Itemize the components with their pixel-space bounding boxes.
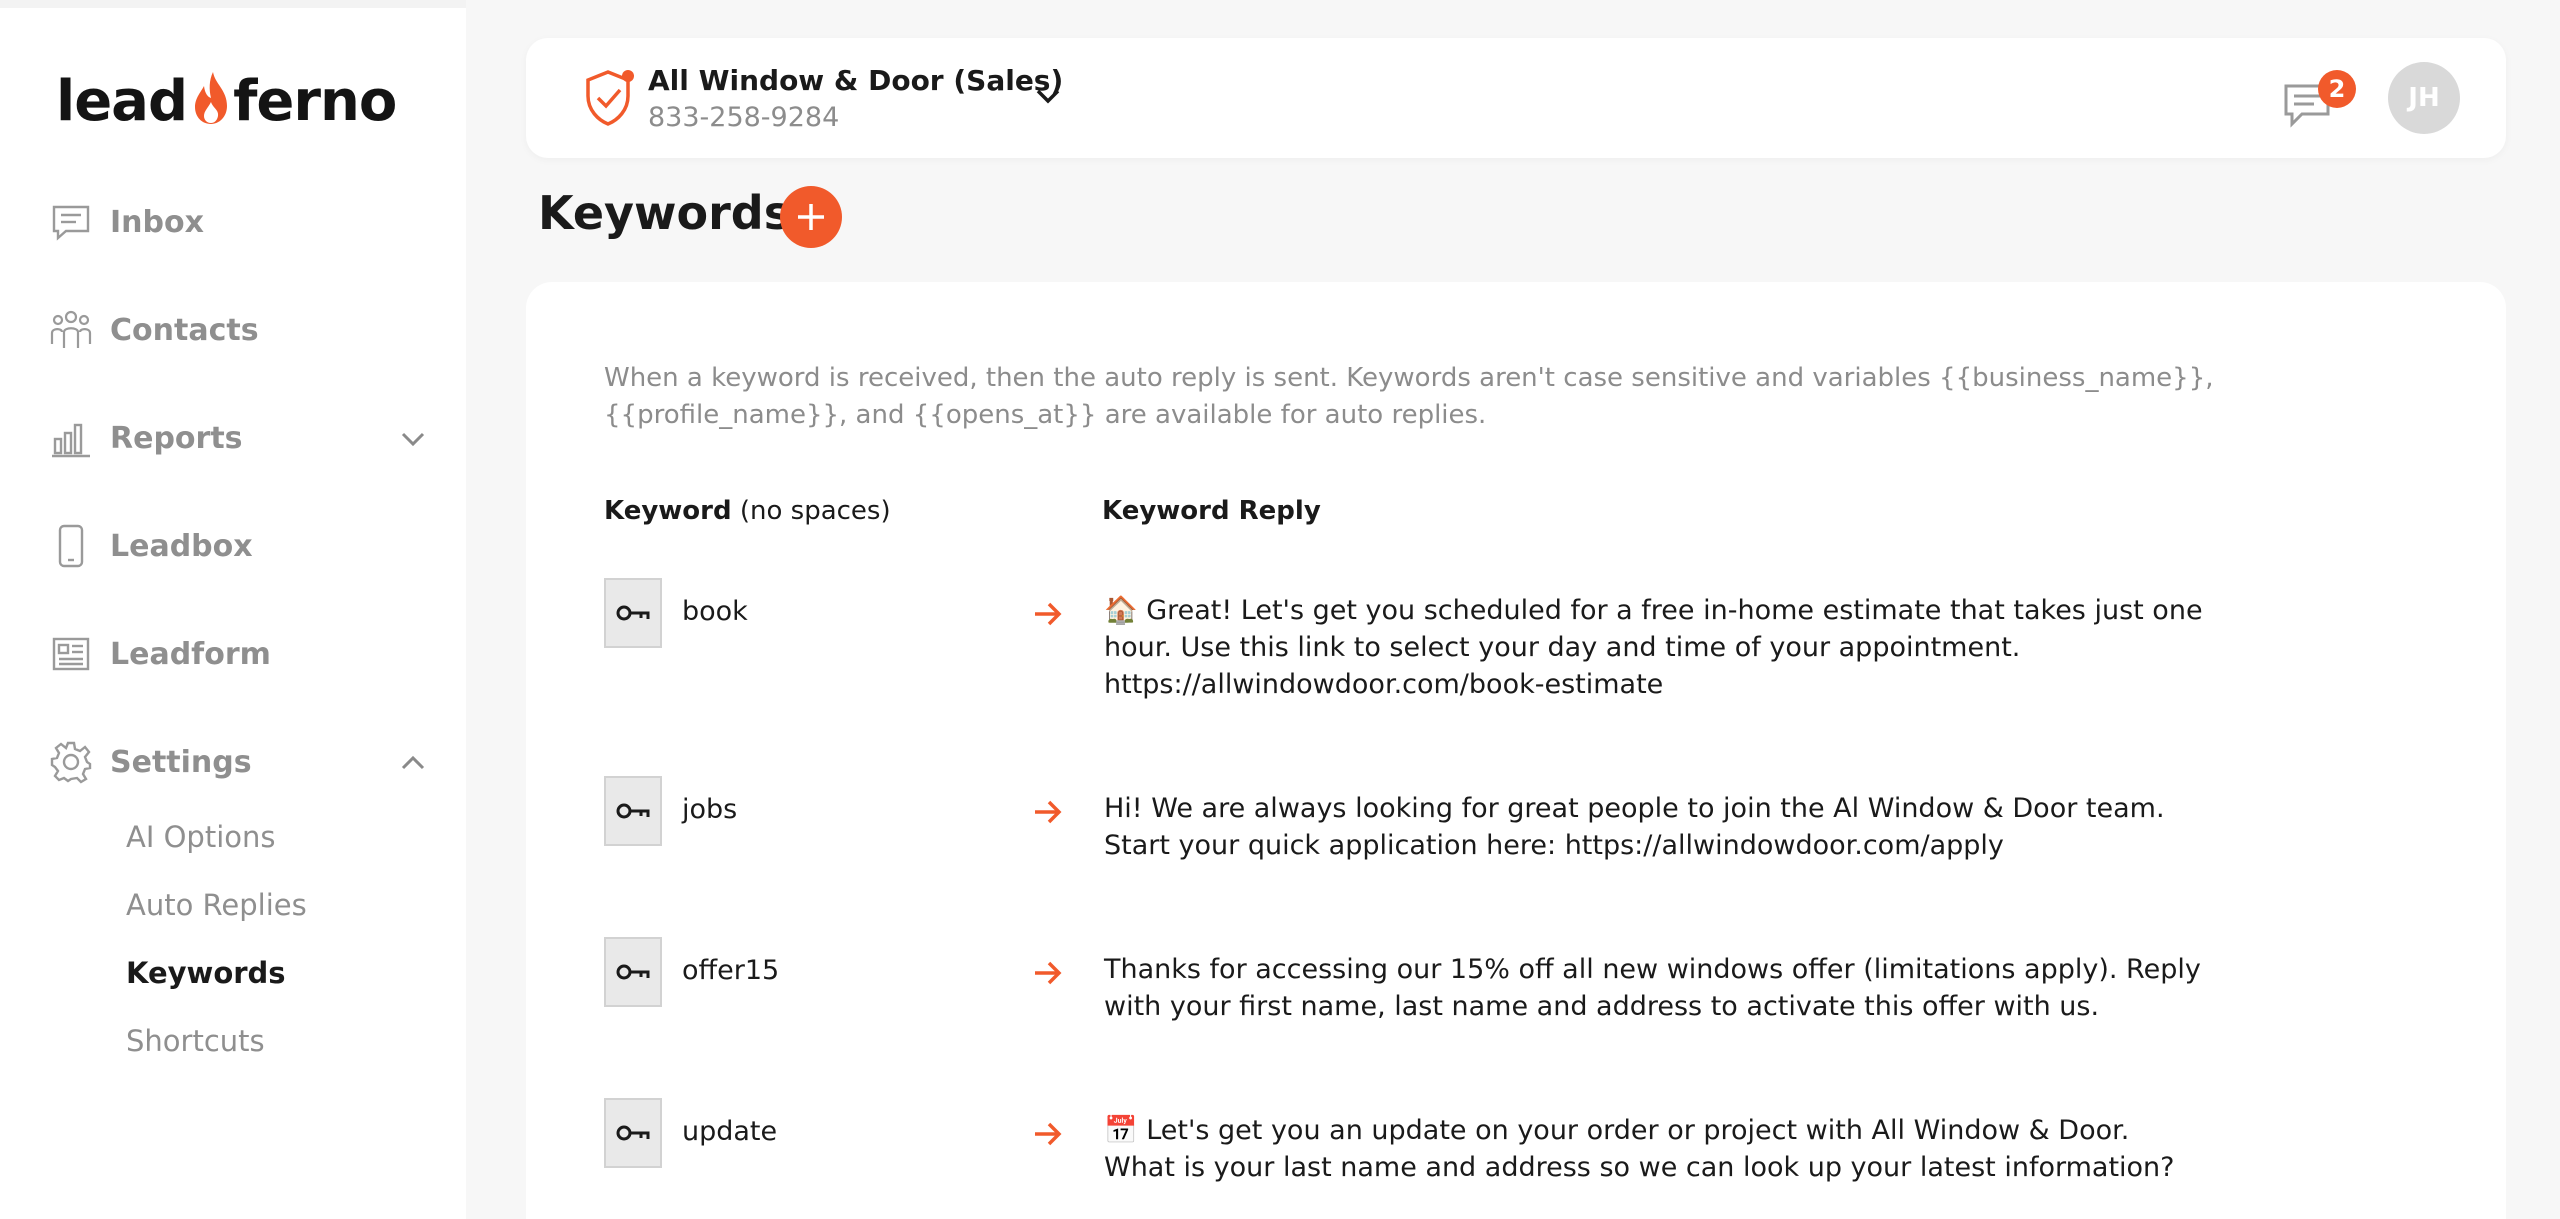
account-name[interactable]: All Window & Door (Sales) bbox=[648, 64, 1063, 97]
sidebar-item-label: Settings bbox=[110, 744, 252, 780]
column-header-keyword-label: Keyword bbox=[604, 496, 732, 526]
key-icon bbox=[616, 1125, 650, 1141]
key-icon bbox=[616, 803, 650, 819]
plus-icon bbox=[798, 204, 824, 230]
user-avatar[interactable]: JH bbox=[2388, 62, 2460, 134]
sidebar-item-contacts[interactable]: Contacts bbox=[48, 298, 428, 362]
key-button[interactable] bbox=[604, 937, 662, 1007]
sidebar-item-label: Inbox bbox=[110, 204, 204, 240]
keyword-reply-text: Thanks for accessing our 15% off all new… bbox=[1104, 954, 2201, 1022]
arrow-right-icon bbox=[1035, 1122, 1062, 1146]
leadbox-icon bbox=[48, 523, 94, 569]
chevron-down-icon[interactable] bbox=[398, 424, 428, 454]
sidebar-item-settings[interactable]: Settings bbox=[48, 730, 428, 794]
leadform-icon bbox=[48, 631, 94, 677]
key-button[interactable] bbox=[604, 578, 662, 648]
unread-count-badge: 2 bbox=[2318, 70, 2356, 108]
key-icon bbox=[616, 964, 650, 980]
keywords-card: When a keyword is received, then the aut… bbox=[526, 282, 2506, 1219]
shield-check-icon bbox=[586, 70, 634, 126]
account-header: All Window & Door (Sales) 833-258-9284 2… bbox=[526, 38, 2506, 158]
keyword-reply-text: 📅 Let's get you an update on your order … bbox=[1104, 1115, 2175, 1183]
arrow-right-icon bbox=[1035, 961, 1062, 985]
sidebar-item-label: Leadbox bbox=[110, 528, 253, 564]
logo-text-left: lead bbox=[56, 68, 188, 134]
sidebar: lead ferno Inbox Contacts Reports Leadbo… bbox=[0, 8, 466, 1219]
sidebar-subitem-auto-replies[interactable]: Auto Replies bbox=[126, 888, 307, 922]
sidebar-item-reports[interactable]: Reports bbox=[48, 406, 428, 470]
column-header-keyword: Keyword (no spaces) bbox=[604, 496, 891, 526]
key-button[interactable] bbox=[604, 1098, 662, 1168]
key-button[interactable] bbox=[604, 776, 662, 846]
sidebar-item-inbox[interactable]: Inbox bbox=[48, 190, 428, 254]
page-title: Keywords bbox=[538, 186, 792, 240]
gear-icon bbox=[48, 739, 94, 785]
keyword-text: book bbox=[682, 596, 748, 627]
keyword-text: offer15 bbox=[682, 955, 780, 986]
key-icon bbox=[616, 605, 650, 621]
inbox-icon bbox=[48, 199, 94, 245]
arrow-right-icon bbox=[1035, 602, 1062, 626]
account-phone: 833-258-9284 bbox=[648, 102, 840, 133]
keywords-description: When a keyword is received, then the aut… bbox=[604, 363, 2214, 430]
reports-icon bbox=[48, 415, 94, 461]
column-header-reply: Keyword Reply bbox=[1102, 496, 1321, 526]
keyword-text: jobs bbox=[682, 794, 738, 825]
sidebar-item-leadform[interactable]: Leadform bbox=[48, 622, 428, 686]
add-keyword-button[interactable] bbox=[780, 186, 842, 248]
contacts-icon bbox=[48, 307, 94, 353]
keyword-reply-text: 🏠 Great! Let's get you scheduled for a f… bbox=[1104, 595, 2203, 700]
logo-text-right: ferno bbox=[233, 68, 397, 134]
chevron-up-icon[interactable] bbox=[398, 748, 428, 778]
sidebar-subitem-shortcuts[interactable]: Shortcuts bbox=[126, 1024, 265, 1058]
leadferno-logo[interactable]: lead ferno bbox=[56, 66, 397, 136]
sidebar-item-leadbox[interactable]: Leadbox bbox=[48, 514, 428, 578]
keyword-text: update bbox=[682, 1116, 778, 1147]
sidebar-item-label: Leadform bbox=[110, 636, 271, 672]
column-header-keyword-note: (no spaces) bbox=[731, 496, 891, 526]
column-header-reply-label: Keyword Reply bbox=[1102, 496, 1321, 526]
app-root: lead ferno Inbox Contacts Reports Leadbo… bbox=[0, 0, 2560, 1219]
keyword-reply-text: Hi! We are always looking for great peop… bbox=[1104, 793, 2165, 861]
sidebar-subitem-keywords[interactable]: Keywords bbox=[126, 956, 286, 990]
sidebar-item-label: Reports bbox=[110, 420, 243, 456]
arrow-right-icon bbox=[1035, 800, 1062, 824]
top-strip bbox=[0, 0, 466, 8]
sidebar-item-label: Contacts bbox=[110, 312, 259, 348]
flame-icon bbox=[195, 72, 228, 124]
chevron-down-icon[interactable] bbox=[1030, 78, 1066, 114]
sidebar-subitem-ai-options[interactable]: AI Options bbox=[126, 820, 276, 854]
